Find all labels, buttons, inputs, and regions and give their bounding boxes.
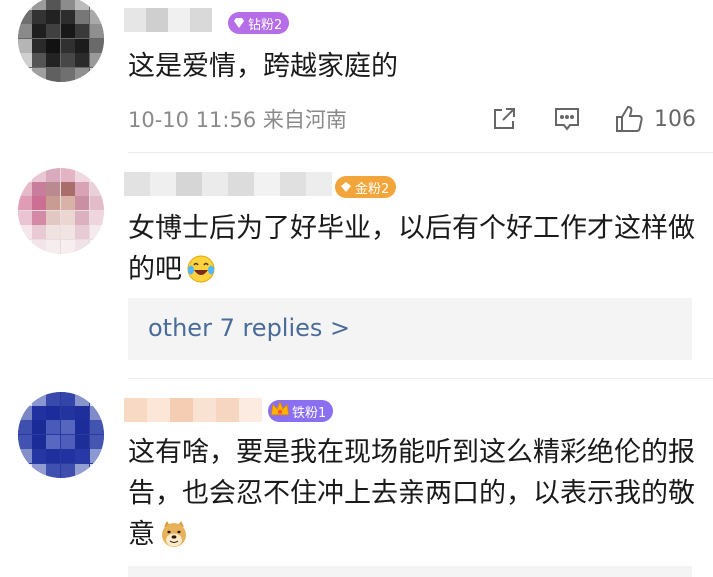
fan-badge[interactable]: 金粉2 [335,176,397,198]
more-replies-button[interactable]: other 7 replies > [128,298,692,360]
gold-gem-icon [341,182,351,192]
avatar[interactable] [18,392,104,478]
diamond-icon [234,18,244,28]
badge-label: 铁粉1 [292,405,327,421]
divider [128,378,713,379]
comment-item: 铁粉1 这有啥，要是我在现场能听到这么精彩绝伦的报告，也会忍不住冲上去亲两口的，… [0,380,713,577]
avatar[interactable] [18,0,104,82]
comment-item: 钻粉2 这是爱情，跨越家庭的 10-10 11:56 来自河南 106 [0,0,713,160]
fan-badge[interactable]: 钻粉2 [228,12,290,34]
like-button[interactable]: 106 [614,102,696,136]
comment-text-body: 这有啥，要是我在现场能听到这么精彩绝伦的报告，也会忍不住冲上去亲两口的，以表示我… [128,437,695,550]
share-button[interactable] [490,102,518,136]
badge-label: 钻粉2 [248,17,283,33]
like-count: 106 [654,106,696,132]
thumbs-up-icon [616,105,643,132]
divider [128,152,713,153]
comment-text: 这是爱情，跨越家庭的 [128,51,398,82]
username-blurred[interactable] [124,8,224,32]
username-blurred[interactable] [124,172,332,196]
more-replies-label: other 7 replies > [148,314,351,342]
badge-label: 金粉2 [355,181,390,197]
username-blurred[interactable] [124,398,262,422]
share-icon [494,108,515,129]
comment-actions: 106 [0,102,713,136]
laughing-tears-emoji [187,255,215,283]
avatar[interactable] [18,168,104,254]
comment-item: 金粉2 女博士后为了好毕业，以后有个好工作才这样做的吧 other 7 repl… [0,160,713,372]
comment-text: 女博士后为了好毕业，以后有个好工作才这样做的吧 [128,208,698,290]
fan-badge[interactable]: 铁粉1 [268,400,334,422]
doge-emoji [162,521,186,547]
more-replies-box[interactable] [128,566,692,577]
crown-icon [270,400,290,416]
comment-text: 这有啥，要是我在现场能听到这么精彩绝伦的报告，也会忍不住冲上去亲两口的，以表示我… [128,432,698,555]
comment-button[interactable] [553,102,581,136]
comment-icon [555,108,579,131]
